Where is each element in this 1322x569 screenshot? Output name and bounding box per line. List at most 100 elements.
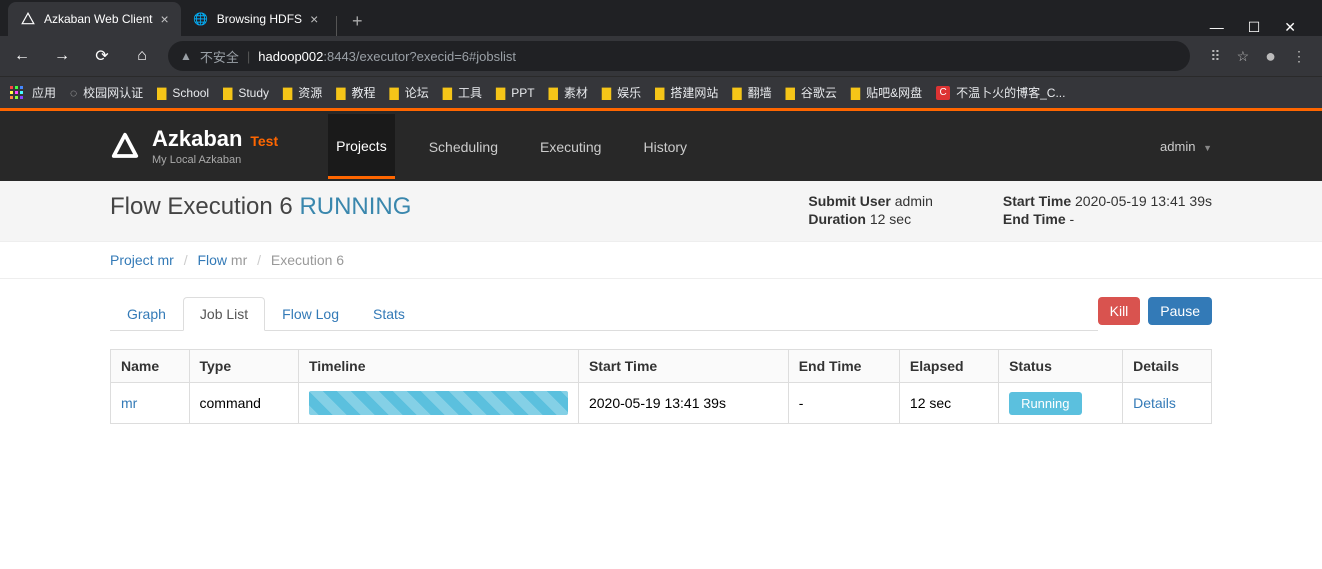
bookmark-label: 娱乐 [617,84,641,101]
job-name-link[interactable]: mr [121,395,137,411]
details-link[interactable]: Details [1133,395,1176,411]
apps-icon [10,86,24,100]
url-bar[interactable]: ▲ 不安全 | hadoop002:8443/executor?execid=6… [168,41,1190,71]
menu-history[interactable]: History [635,115,695,177]
nav-bar: ← → ⟳ ⌂ ▲ 不安全 | hadoop002:8443/executor?… [0,36,1322,76]
bookmark-item[interactable]: ▇论坛 [390,84,429,101]
close-window-icon[interactable]: ✕ [1284,19,1296,36]
bookmark-item[interactable]: ▇PPT [496,86,535,100]
bookmark-item[interactable]: ▇谷歌云 [786,84,837,101]
bookmark-item[interactable]: ▇ 搭建网站 [655,84,718,101]
job-start-time: 2020-05-19 13:41 39s [578,383,788,424]
browser-chrome: Azkaban Web Client × 🌐 Browsing HDFS × +… [0,0,1322,108]
page-title: Flow Execution 6 RUNNING [110,193,411,221]
folder-icon: ▇ [223,86,232,100]
site-icon: C [936,86,950,100]
close-icon[interactable]: × [310,11,318,27]
tab-job-list[interactable]: Job List [183,297,265,331]
bookmark-label: Study [238,86,269,100]
bookmark-label: School [172,86,209,100]
bookmark-label: 教程 [352,84,376,101]
chevron-down-icon: ▼ [1203,143,1212,153]
bookmark-label: PPT [511,86,534,100]
breadcrumb-project[interactable]: Project mr [110,252,174,268]
jobs-table: Name Type Timeline Start Time End Time E… [110,349,1212,424]
url-path: /executor?execid=6#jobslist [356,49,516,64]
folder-icon: ▇ [443,86,452,100]
new-tab-button[interactable]: + [343,7,371,36]
profile-icon[interactable]: ● [1265,46,1276,67]
bookmark-item[interactable]: ▇ 资源 [283,84,322,101]
content: Graph Job List Flow Log Stats Kill Pause… [0,279,1322,442]
bookmark-item[interactable]: ▇ Study [223,86,269,100]
folder-icon: ▇ [602,86,611,100]
browser-tab-azkaban[interactable]: Azkaban Web Client × [8,2,181,36]
user-menu[interactable]: admin ▼ [1160,139,1212,154]
app-logo[interactable]: Azkaban Test My Local Azkaban [110,126,278,166]
brand-sub: Test [250,133,278,149]
maximize-icon[interactable]: ☐ [1248,19,1261,36]
bookmark-item[interactable]: ▇翻墙 [732,84,771,101]
close-icon[interactable]: × [161,11,169,27]
reload-icon[interactable]: ⟳ [88,46,116,66]
globe-icon: 🌐 [193,11,209,27]
folder-icon: ▇ [655,86,664,100]
forward-icon[interactable]: → [48,47,76,65]
bookmark-item[interactable]: ▇ 娱乐 [602,84,641,101]
folder-icon: ▇ [157,86,166,100]
menu-scheduling[interactable]: Scheduling [421,115,506,177]
col-status: Status [999,350,1123,383]
bookmark-label: 工具 [458,84,482,101]
bookmark-label: 不温卜火的博客_C... [956,84,1065,101]
bookmark-label: 搭建网站 [670,84,718,101]
col-name: Name [111,350,190,383]
col-elapsed: Elapsed [899,350,998,383]
translate-icon[interactable]: ⠿ [1210,48,1220,65]
timeline-progress [309,391,568,415]
bookmark-label: 谷歌云 [801,84,837,101]
back-icon[interactable]: ← [8,47,36,65]
azkaban-favicon [20,11,36,27]
tab-flow-log[interactable]: Flow Log [265,297,356,330]
page-header: Flow Execution 6 RUNNING Submit User adm… [0,181,1322,242]
bookmark-label: 翻墙 [748,84,772,101]
app-header: Azkaban Test My Local Azkaban Projects S… [0,111,1322,181]
home-icon[interactable]: ⌂ [128,47,156,65]
url-port: :8443 [323,49,356,64]
folder-icon: ▇ [283,86,292,100]
star-icon[interactable]: ☆ [1237,48,1250,65]
folder-icon: ▇ [549,86,558,100]
brand-name: Azkaban [152,126,242,151]
menu-projects[interactable]: Projects [328,114,395,179]
bookmark-item[interactable]: C 不温卜火的博客_C... [936,84,1065,101]
tab-graph[interactable]: Graph [110,297,183,330]
bookmark-item[interactable]: ▇ 工具 [443,84,482,101]
tab-stats[interactable]: Stats [356,297,422,330]
breadcrumb-flow[interactable]: Flow mr [197,252,247,268]
bookmark-label: 素材 [564,84,588,101]
bookmark-item[interactable]: ▇ 素材 [549,84,588,101]
col-start-time: Start Time [578,350,788,383]
bookmark-item[interactable]: ▇ School [157,86,209,100]
bookmark-label: 资源 [298,84,322,101]
status-badge: Running [1009,392,1081,415]
meta-right: Start Time 2020-05-19 13:41 39s End Time… [1003,193,1212,229]
bookmark-label: 论坛 [405,84,429,101]
minimize-icon[interactable]: — [1210,19,1224,36]
pause-button[interactable]: Pause [1148,297,1212,325]
bookmark-label: 校园网认证 [83,84,143,101]
menu-icon[interactable]: ⋮ [1292,48,1306,65]
bookmark-item[interactable]: ◌ 校园网认证 [70,84,143,101]
bookmark-item[interactable]: ▇贴吧&网盘 [851,84,922,101]
apps-button[interactable]: 应用 [10,84,56,101]
tab-title: Browsing HDFS [217,12,302,26]
menu-executing[interactable]: Executing [532,115,609,177]
folder-icon: ▇ [851,86,860,100]
browser-tab-hdfs[interactable]: 🌐 Browsing HDFS × [181,2,331,36]
col-timeline: Timeline [298,350,578,383]
col-type: Type [189,350,298,383]
tab-title: Azkaban Web Client [44,12,153,26]
kill-button[interactable]: Kill [1098,297,1141,325]
globe-icon: ◌ [70,86,77,100]
bookmark-item[interactable]: ▇教程 [336,84,375,101]
